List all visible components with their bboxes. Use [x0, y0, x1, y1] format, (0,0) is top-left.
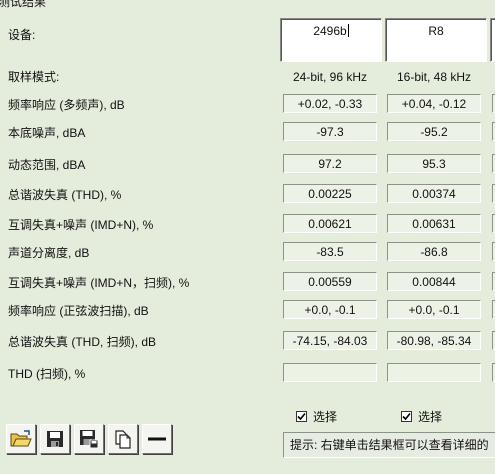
select-checkbox-1[interactable]: 选择 [296, 408, 337, 425]
device-label: 设备: [8, 28, 36, 42]
device-name-text-1: 2496b [313, 24, 347, 38]
result-cell[interactable]: +0.0, -0.1 [283, 300, 377, 319]
device-name-input-3[interactable] [490, 18, 495, 62]
result-cell[interactable]: -86.8 [387, 242, 481, 261]
sample-mode-value-1: 24-bit, 96 kHz [292, 70, 368, 84]
save-as-button[interactable] [74, 424, 104, 454]
copy-button[interactable] [108, 424, 138, 454]
result-cell[interactable]: +0.02, -0.33 [283, 94, 377, 113]
copy-icon [115, 430, 131, 449]
result-cell[interactable]: 0.00374 [387, 184, 481, 203]
result-cell[interactable]: 0.00225 [283, 184, 377, 203]
minus-icon [148, 437, 166, 441]
save-icon [47, 431, 63, 447]
hint-text: 提示: 右键单击结果框可以查看详细的 [283, 432, 495, 458]
select-label: 选择 [313, 410, 338, 424]
select-label: 选择 [418, 410, 443, 424]
row-label-sample-mode: 取样模式: [8, 70, 60, 84]
device-name-text-2: R8 [428, 24, 444, 38]
save-as-icon [80, 430, 99, 449]
row-label-imd-n: 互调失真+噪声 (IMD+N), % [8, 218, 154, 232]
result-cell[interactable]: 0.00844 [387, 272, 481, 291]
result-cell[interactable]: -83.5 [283, 242, 377, 261]
result-cell[interactable] [387, 363, 481, 382]
row-label-noise-floor: 本底噪声, dBA [8, 126, 86, 140]
result-cell[interactable]: 0.00559 [283, 272, 377, 291]
device-name-input-2[interactable]: R8 [385, 18, 487, 62]
row-label-dynamic-range: 动态范围, dBA [8, 158, 86, 172]
device-name-input-1[interactable]: 2496b [280, 18, 382, 62]
row-label-stereo-crosstalk: 声道分离度, dB [8, 246, 90, 260]
result-cell[interactable]: +0.04, -0.12 [387, 94, 481, 113]
row-label-imd-n-swept: 互调失真+噪声 (IMD+N，扫频), % [8, 276, 190, 290]
checkmark-icon [401, 411, 412, 422]
row-label-freq-response-multitone: 频率响应 (多频声), dB [8, 98, 125, 112]
sample-mode-value-2: 16-bit, 48 kHz [396, 70, 472, 84]
row-label-thd-swept-db: 总谐波失真 (THD, 扫频), dB [8, 335, 157, 349]
result-cell[interactable]: -80.98, -85.34 [387, 331, 481, 350]
result-cell[interactable]: -95.2 [387, 122, 481, 141]
text-cursor [347, 24, 349, 37]
open-folder-icon [10, 430, 32, 447]
result-cell[interactable]: +0.0, -0.1 [387, 300, 481, 319]
result-cell[interactable]: 0.00631 [387, 214, 481, 233]
result-cell[interactable]: -74.15, -84.03 [283, 331, 377, 350]
result-cell[interactable]: 95.3 [387, 154, 481, 173]
window-title: 测试结果 [0, 0, 47, 9]
result-cell[interactable]: 0.00621 [283, 214, 377, 233]
select-checkbox-2[interactable]: 选择 [401, 408, 442, 425]
checkmark-icon [296, 411, 307, 422]
remove-button[interactable] [142, 424, 172, 454]
result-cell[interactable]: -97.3 [283, 122, 377, 141]
save-button[interactable] [40, 424, 70, 454]
row-label-thd-swept-pct: THD (扫频), % [8, 367, 86, 381]
result-cell[interactable]: 97.2 [283, 154, 377, 173]
row-label-thd: 总谐波失真 (THD), % [8, 188, 122, 202]
result-cell[interactable] [283, 363, 377, 382]
row-label-freq-response-sweep: 频率响应 (正弦波扫描), dB [8, 304, 149, 318]
open-button[interactable] [6, 424, 36, 454]
